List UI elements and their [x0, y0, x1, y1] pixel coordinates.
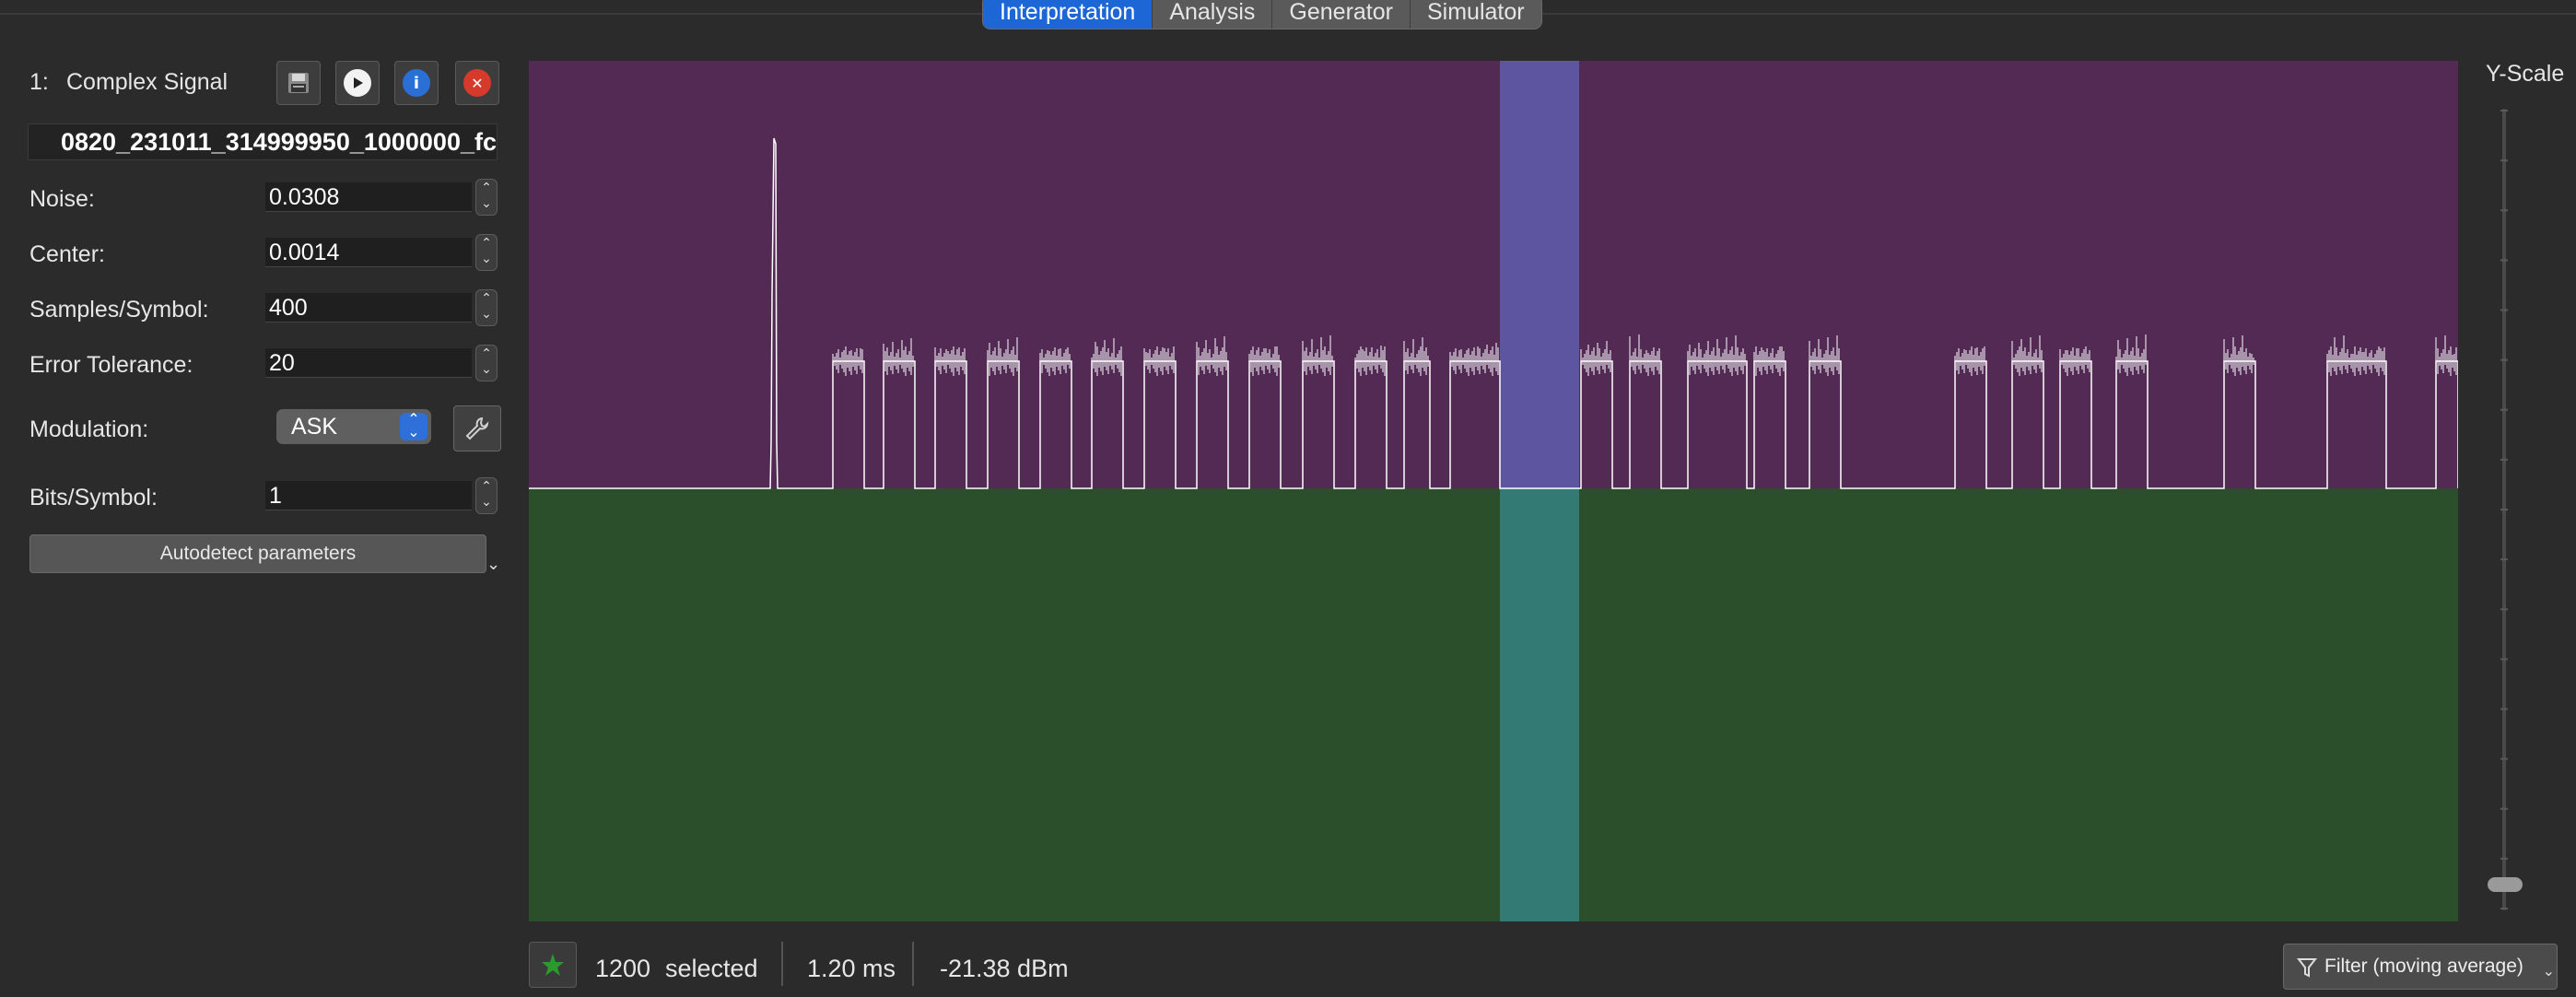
signal-lower-region [529, 488, 2458, 921]
modulation-select[interactable]: ASK ⌃ ⌄ [276, 409, 431, 444]
star-selection-icon [542, 954, 564, 976]
error-tolerance-stepper[interactable]: ⌃ ⌄ [475, 345, 498, 381]
center-input[interactable]: 0.0014 [265, 238, 472, 267]
noise-input[interactable]: 0.0308 [265, 182, 472, 212]
expand-chevron-icon[interactable]: ⌄ [486, 555, 500, 574]
status-divider [781, 942, 783, 986]
bits-per-symbol-input[interactable]: 1 [265, 481, 472, 510]
y-scale-slider-handle[interactable] [2488, 877, 2523, 892]
signal-filename-field[interactable]: 0820_231011_314999950_1000000_fc [28, 123, 498, 160]
play-icon [344, 69, 371, 97]
y-scale-label: Y-Scale [2486, 61, 2565, 87]
signal-filename-text: 0820_231011_314999950_1000000_fc [60, 128, 497, 156]
selection-lower [1500, 488, 1579, 921]
tab-bar: Interpretation Analysis Generator Simula… [0, 0, 2576, 39]
filter-moving-average-button[interactable]: Filter (moving average) ⌄ [2283, 944, 2558, 990]
samples-per-symbol-stepper[interactable]: ⌃ ⌄ [475, 289, 498, 326]
signal-settings-panel: 1: Complex Signal i ✕ 0820_231011_314999… [0, 39, 516, 997]
noise-stepper[interactable]: ⌃ ⌄ [475, 179, 498, 216]
tab-analysis[interactable]: Analysis [1153, 0, 1273, 29]
wrench-icon [465, 416, 489, 440]
chevron-updown-icon: ⌃ ⌄ [400, 413, 427, 440]
tab-simulator[interactable]: Simulator [1411, 0, 1541, 29]
signal-name[interactable]: Complex Signal [66, 69, 228, 96]
error-tolerance-input[interactable]: 20 [265, 348, 472, 378]
center-stepper[interactable]: ⌃ ⌄ [475, 234, 498, 271]
noise-label: Noise: [29, 186, 95, 212]
info-icon: i [403, 69, 430, 97]
signal-info-button[interactable]: i [394, 61, 439, 105]
status-divider [912, 942, 914, 986]
signal-upper-region [529, 61, 2458, 488]
filter-icon [2297, 958, 2317, 978]
modulation-value: ASK [291, 414, 338, 440]
center-label: Center: [29, 241, 105, 267]
selected-word: selected [665, 955, 758, 982]
samples-per-symbol-label: Samples/Symbol: [29, 297, 209, 323]
status-bar: 1200 selected 1.20 ms -21.38 dBm Filter … [0, 936, 2576, 997]
error-tolerance-label: Error Tolerance: [29, 352, 193, 378]
selection-upper [1500, 61, 1579, 488]
selection-power: -21.38 dBm [940, 955, 1069, 982]
tab-group: Interpretation Analysis Generator Simula… [982, 0, 1542, 29]
save-icon [288, 73, 309, 93]
filter-chevron-icon: ⌄ [2542, 964, 2555, 979]
close-icon: ✕ [463, 69, 491, 97]
filter-label: Filter (moving average) [2324, 956, 2523, 977]
save-signal-button[interactable] [276, 61, 321, 105]
modulation-label: Modulation: [29, 416, 149, 442]
tab-generator[interactable]: Generator [1272, 0, 1411, 29]
selection-mode-button[interactable] [529, 942, 577, 988]
samples-per-symbol-input[interactable]: 400 [265, 293, 472, 323]
selected-count: 1200 [595, 955, 651, 982]
tab-interpretation[interactable]: Interpretation [983, 0, 1153, 29]
play-signal-button[interactable] [335, 61, 380, 105]
y-scale-ticks [2500, 110, 2508, 909]
selection-duration: 1.20 ms [807, 955, 896, 982]
modulation-settings-button[interactable] [453, 405, 501, 452]
bits-per-symbol-label: Bits/Symbol: [29, 485, 158, 510]
signal-index: 1: [29, 69, 49, 95]
autodetect-parameters-button[interactable]: Autodetect parameters [29, 534, 486, 573]
signal-view[interactable] [529, 61, 2458, 921]
bits-per-symbol-stepper[interactable]: ⌃ ⌄ [475, 477, 498, 514]
close-signal-button[interactable]: ✕ [455, 61, 499, 105]
